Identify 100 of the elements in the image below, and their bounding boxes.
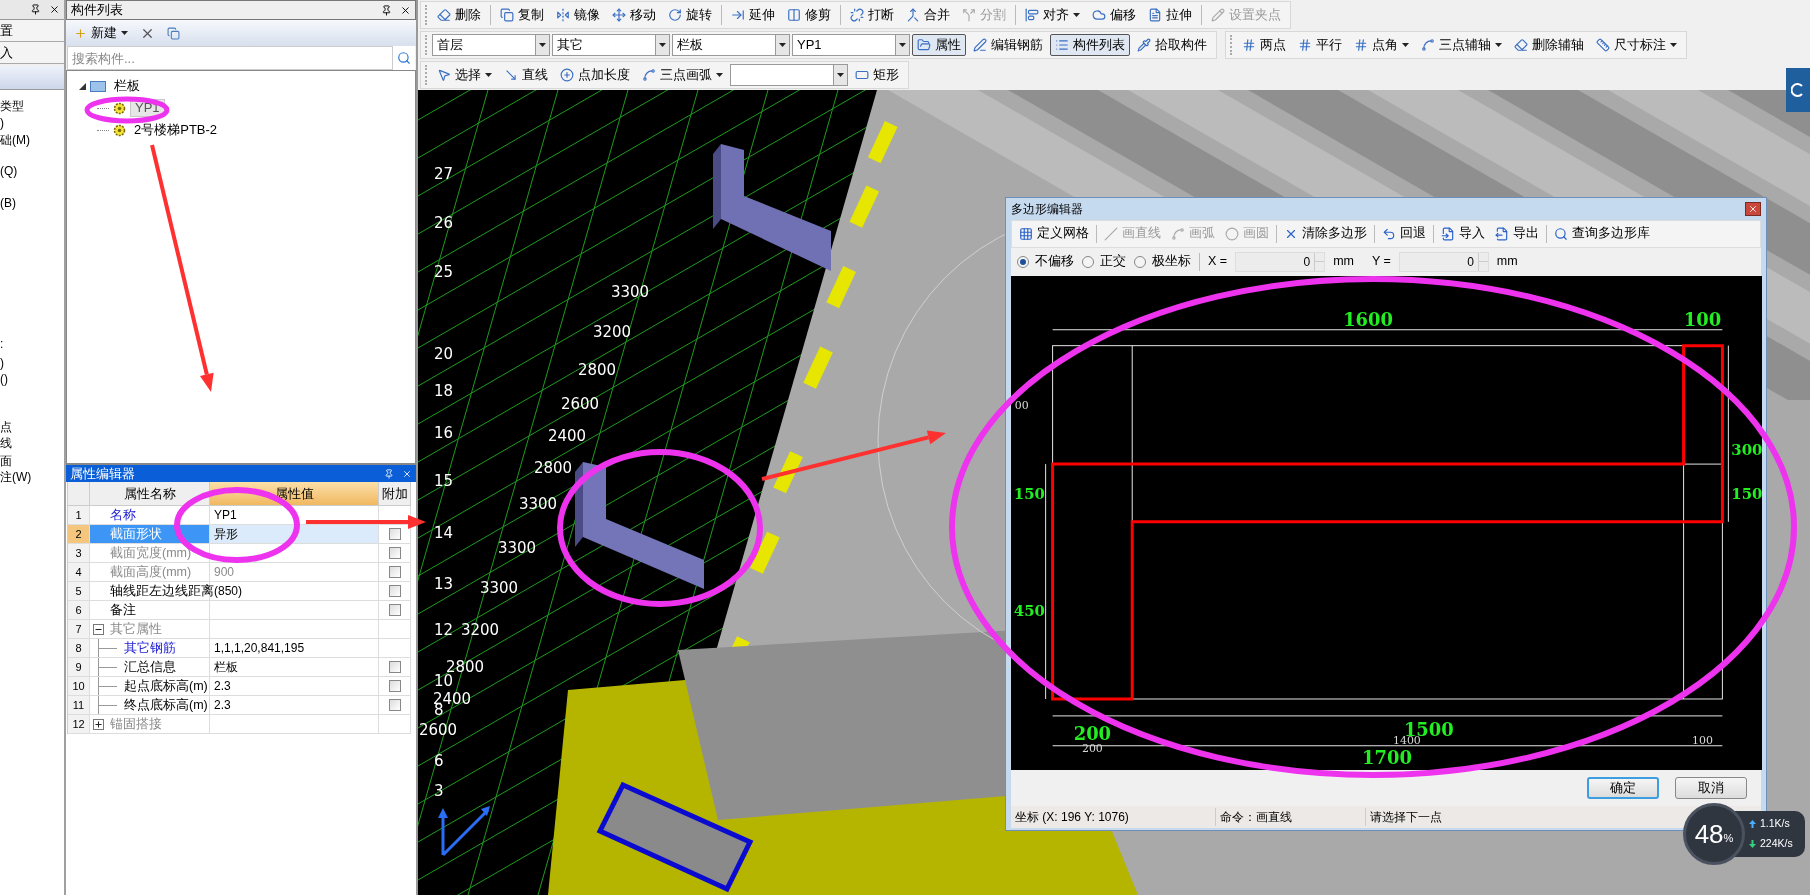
- tree-item[interactable]: 栏板: [110, 78, 144, 94]
- toolbar-button[interactable]: 矩形: [850, 64, 904, 86]
- toolbar-button[interactable]: 偏移: [1087, 4, 1141, 26]
- toolbar-button[interactable]: 合并: [901, 4, 955, 26]
- property-name-cell[interactable]: 截面宽度(mm): [90, 544, 210, 563]
- toolbar-button[interactable]: 直线: [499, 64, 553, 86]
- copy-icon[interactable]: [167, 26, 180, 40]
- nav-item[interactable]: 面: [0, 453, 64, 469]
- toolbar-button[interactable]: 回退: [1379, 224, 1429, 244]
- property-name-cell[interactable]: 汇总信息: [90, 658, 210, 677]
- property-name-cell[interactable]: 终点底标高(m): [90, 696, 210, 715]
- toolbar-button[interactable]: 定义网格: [1016, 224, 1092, 244]
- toolbar-button[interactable]: 三点辅轴: [1416, 34, 1507, 56]
- nav-item[interactable]: 类型: [0, 98, 64, 114]
- radio-option[interactable]: 正交: [1082, 252, 1126, 272]
- radio-option[interactable]: 极坐标: [1134, 252, 1191, 272]
- toolbar-button[interactable]: 点加长度: [555, 64, 635, 86]
- toolbar-button[interactable]: 旋转: [663, 4, 717, 26]
- pin-icon[interactable]: [30, 4, 41, 15]
- expand-arrow-icon[interactable]: [79, 82, 86, 90]
- dropdown-field[interactable]: 栏板: [672, 34, 790, 56]
- toolbar-button[interactable]: 尺寸标注: [1591, 34, 1682, 56]
- property-name-cell[interactable]: 其它属性: [90, 620, 210, 639]
- checkbox[interactable]: [388, 547, 401, 559]
- radio-button[interactable]: [1017, 255, 1029, 268]
- radio-button[interactable]: [1134, 255, 1146, 268]
- checkbox[interactable]: [388, 585, 401, 597]
- property-value-cell[interactable]: [210, 601, 379, 620]
- toolbar-button[interactable]: 选择: [432, 64, 497, 86]
- toolbar-button[interactable]: 点角: [1349, 34, 1414, 56]
- nav-item[interactable]: ): [0, 115, 64, 131]
- property-value-cell[interactable]: 900: [210, 563, 379, 582]
- nav-item[interactable]: 线: [0, 435, 64, 451]
- checkbox[interactable]: [388, 680, 401, 692]
- toolbar-button[interactable]: 复制: [495, 4, 549, 26]
- property-name-cell[interactable]: 起点底标高(m): [90, 677, 210, 696]
- checkbox[interactable]: [388, 661, 401, 673]
- toolbar-button[interactable]: 构件列表: [1050, 34, 1130, 56]
- property-name-cell[interactable]: 其它钢筋: [90, 639, 210, 658]
- property-name-cell[interactable]: 截面高度(mm): [90, 563, 210, 582]
- radio-option[interactable]: 不偏移: [1017, 252, 1074, 272]
- dropdown-field[interactable]: [730, 64, 848, 86]
- search-field[interactable]: 搜索构件...: [67, 46, 393, 70]
- tree-item[interactable]: 2号楼梯PTB-2: [130, 122, 222, 138]
- property-name-cell[interactable]: 备注: [90, 601, 210, 620]
- dropdown-field[interactable]: 其它: [552, 34, 670, 56]
- property-value-cell[interactable]: 异形: [210, 525, 379, 544]
- toolbar-button[interactable]: 属性: [912, 34, 966, 56]
- number-field[interactable]: 0: [1398, 251, 1489, 272]
- checkbox[interactable]: [388, 604, 401, 616]
- property-value-cell[interactable]: 1,1,1,20,841,195: [210, 639, 379, 658]
- toolbar-button[interactable]: 对齐: [1020, 4, 1085, 26]
- radio-button[interactable]: [1082, 255, 1094, 268]
- toolbar-button[interactable]: 导出: [1492, 224, 1542, 244]
- pin-icon[interactable]: [381, 4, 392, 16]
- column-header[interactable]: 附加: [379, 482, 411, 506]
- checkbox[interactable]: [388, 528, 401, 540]
- nav-item[interactable]: 点: [0, 419, 64, 435]
- dialog-button[interactable]: 取消: [1675, 777, 1747, 800]
- checkbox[interactable]: [388, 566, 401, 578]
- toolbar-button[interactable]: 打断: [845, 4, 899, 26]
- nav-item[interactable]: (): [0, 371, 64, 387]
- toolbar-button[interactable]: 编辑钢筋: [968, 34, 1048, 56]
- toolbar-button[interactable]: 查询多边形库: [1551, 224, 1653, 244]
- property-value-cell[interactable]: [210, 620, 379, 639]
- side-tab[interactable]: [1786, 68, 1810, 112]
- toolbar-button[interactable]: 镜像: [551, 4, 605, 26]
- nav-button[interactable]: 入: [0, 42, 64, 64]
- close-icon[interactable]: [49, 4, 60, 15]
- toolbar-button[interactable]: 删除: [432, 4, 486, 26]
- toolbar-button[interactable]: 修剪: [782, 4, 836, 26]
- nav-button[interactable]: 置: [0, 20, 64, 42]
- checkbox[interactable]: [388, 699, 401, 711]
- nav-item[interactable]: ): [0, 355, 64, 371]
- collapse-toggle-icon[interactable]: [93, 623, 104, 635]
- toolbar-button[interactable]: 拾取构件: [1132, 34, 1212, 56]
- toolbar-button[interactable]: 删除辅轴: [1509, 34, 1589, 56]
- property-value-cell[interactable]: [210, 544, 379, 563]
- toolbar-button[interactable]: 清除多边形: [1281, 224, 1370, 244]
- toolbar-button[interactable]: 拉伸: [1143, 4, 1197, 26]
- nav-item[interactable]: (Q): [0, 163, 64, 179]
- dialog-button[interactable]: 确定: [1587, 777, 1659, 800]
- number-field[interactable]: 0: [1235, 251, 1326, 272]
- nav-item[interactable]: (B): [0, 195, 64, 211]
- column-header[interactable]: 属性名称: [90, 482, 210, 506]
- toolbar-button[interactable]: 平行: [1293, 34, 1347, 56]
- expand-toggle-icon[interactable]: [93, 718, 104, 730]
- property-name-cell[interactable]: 锚固搭接: [90, 715, 210, 734]
- close-icon[interactable]: [400, 4, 411, 16]
- toolbar-button[interactable]: 两点: [1237, 34, 1291, 56]
- nav-item[interactable]: 注(W): [0, 469, 64, 485]
- toolbar-button[interactable]: 导入: [1438, 224, 1488, 244]
- property-value-cell[interactable]: 2.3: [210, 677, 379, 696]
- toolbar-button[interactable]: 移动: [607, 4, 661, 26]
- property-value-cell[interactable]: 2.3: [210, 696, 379, 715]
- property-value-cell[interactable]: [210, 715, 379, 734]
- property-value-cell[interactable]: 栏板: [210, 658, 379, 677]
- search-icon[interactable]: [397, 51, 411, 65]
- toolbar-button[interactable]: 三点画弧: [637, 64, 728, 86]
- nav-item[interactable]: 础(M): [0, 132, 64, 148]
